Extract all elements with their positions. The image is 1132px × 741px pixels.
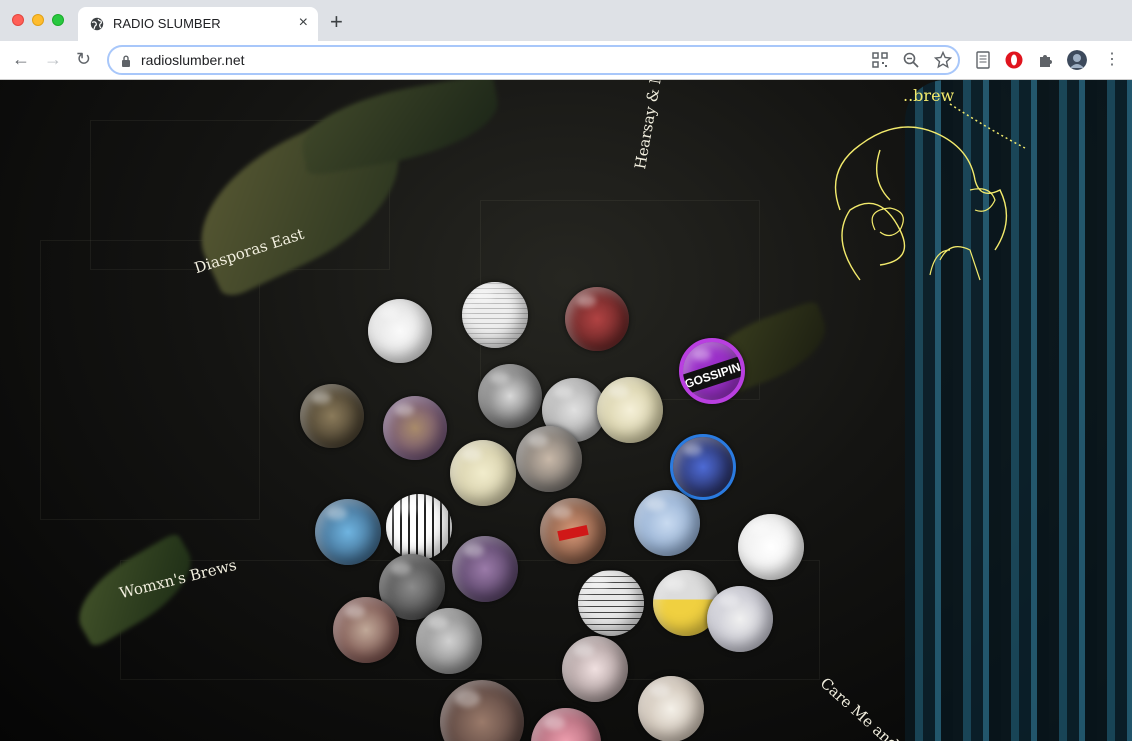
globe-icon [90, 17, 104, 31]
bubble-episode-illustration[interactable] [416, 608, 482, 674]
maximize-window-button[interactable] [52, 14, 64, 26]
bubble-episode-portrait-tape[interactable] [540, 498, 606, 564]
reload-button[interactable]: ↻ [76, 49, 91, 69]
address-bar[interactable]: radioslumber.net [107, 45, 960, 75]
bubble-episode-drawing[interactable] [597, 377, 663, 443]
browser-menu-icon[interactable]: ⋮ [1104, 50, 1120, 70]
bubble-episode-group[interactable] [315, 499, 381, 565]
forward-button[interactable]: → [44, 49, 62, 69]
red-tape-mark [557, 524, 589, 542]
bubble-episode-book-page[interactable] [462, 282, 528, 348]
bubble-episode-collage[interactable] [300, 384, 364, 448]
bubble-episode-sketch-pink[interactable] [707, 586, 773, 652]
leaf-decoration [295, 80, 505, 177]
minimize-window-button[interactable] [32, 14, 44, 26]
bubble-episode-purple[interactable] [452, 536, 518, 602]
bubble-episode-photo-pink[interactable] [562, 636, 628, 702]
brew-illustration[interactable] [820, 90, 1030, 290]
zoom-icon[interactable] [902, 51, 920, 69]
bubble-episode-handwriting[interactable] [440, 680, 524, 741]
bubble-episode-ink-drawing[interactable] [638, 676, 704, 741]
profile-avatar[interactable] [1067, 50, 1087, 70]
bubble-episode-gossiping[interactable]: GOSSIPING [679, 338, 745, 404]
bubble-episode-newsprint[interactable] [578, 570, 644, 636]
browser-chrome: RADIO SLUMBER × + ← → ↻ radioslumber.net [0, 0, 1132, 80]
bubble-episode-bw-drawing[interactable] [386, 494, 452, 560]
nav-link-care-me[interactable]: Care Me and C [817, 674, 914, 741]
tab-bar: RADIO SLUMBER × + [0, 0, 1132, 41]
tab-radio-slumber[interactable]: RADIO SLUMBER × [78, 7, 318, 41]
bubble-episode-portrait-red[interactable] [565, 287, 629, 351]
bubble-episode-calligraphy[interactable] [333, 597, 399, 663]
reader-mode-icon[interactable] [973, 50, 993, 70]
bubble-episode-white[interactable] [738, 514, 804, 580]
bubble-episode-workshop[interactable] [383, 396, 447, 460]
lock-icon [122, 55, 130, 67]
bubble-episode-text-page[interactable] [368, 299, 432, 363]
url-text: radioslumber.net [141, 52, 245, 68]
bubble-episode-meeting[interactable] [516, 426, 582, 492]
close-window-button[interactable] [12, 14, 24, 26]
nav-link-hearsay[interactable]: Hearsay & M [631, 80, 666, 171]
qr-code-icon[interactable] [871, 51, 889, 69]
bubble-episode-cream[interactable] [450, 440, 516, 506]
bubble-episode-pale-blue[interactable] [634, 490, 700, 556]
gossiping-text: GOSSIPING [683, 352, 741, 396]
back-button[interactable]: ← [12, 49, 30, 69]
browser-toolbar: ← → ↻ radioslumber.net ⋮ [0, 41, 1132, 80]
new-tab-button[interactable]: + [330, 11, 343, 33]
bubble-episode-sketch[interactable] [478, 364, 542, 428]
bookmark-star-icon[interactable] [934, 51, 952, 69]
opera-extension-icon[interactable] [1004, 50, 1024, 70]
tab-title: RADIO SLUMBER [113, 16, 221, 31]
page-viewport: Diasporas East Womxn's Brews Hearsay & M… [0, 80, 1132, 741]
bubble-episode-pink[interactable] [531, 708, 601, 741]
bubble-episode-blue[interactable] [670, 434, 736, 500]
tab-close-icon[interactable]: × [299, 14, 308, 32]
extensions-puzzle-icon[interactable] [1036, 50, 1056, 70]
